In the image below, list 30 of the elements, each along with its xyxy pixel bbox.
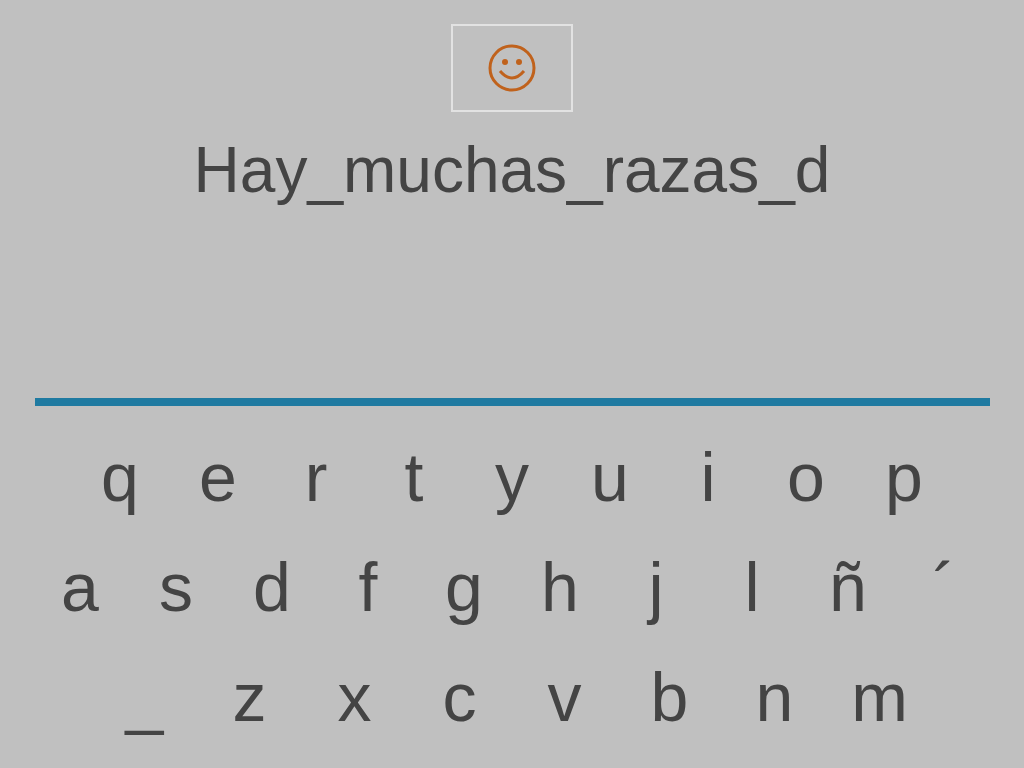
letter-key[interactable]: h	[512, 547, 608, 627]
letter-key[interactable]: t	[365, 437, 463, 517]
letter-key[interactable]: d	[224, 547, 320, 627]
letter-key[interactable]: p	[855, 437, 953, 517]
letter-key[interactable]: o	[757, 437, 855, 517]
letter-key[interactable]: s	[128, 547, 224, 627]
letter-key[interactable]: l	[704, 547, 800, 627]
letter-key[interactable]: v	[512, 657, 617, 737]
letter-key[interactable]: j	[608, 547, 704, 627]
letter-key[interactable]: n	[722, 657, 827, 737]
letter-key[interactable]: ´	[896, 547, 992, 627]
hint-frame[interactable]	[451, 24, 573, 112]
letter-key[interactable]: ñ	[800, 547, 896, 627]
letter-key[interactable]: z	[197, 657, 302, 737]
letter-key[interactable]: f	[320, 547, 416, 627]
letter-key[interactable]: _	[92, 657, 197, 737]
letter-key[interactable]: g	[416, 547, 512, 627]
letter-key[interactable]: x	[302, 657, 407, 737]
letter-key[interactable]: m	[827, 657, 932, 737]
letter-key[interactable]: y	[463, 437, 561, 517]
smiley-icon	[487, 43, 537, 93]
answer-text: Hay_muchas_razas_d	[193, 133, 831, 208]
letter-key[interactable]: b	[617, 657, 722, 737]
letter-key[interactable]: e	[169, 437, 267, 517]
letter-key[interactable]: c	[407, 657, 512, 737]
letter-key[interactable]: a	[32, 547, 128, 627]
letter-key[interactable]: r	[267, 437, 365, 517]
letter-key[interactable]: q	[71, 437, 169, 517]
letter-key[interactable]: u	[561, 437, 659, 517]
letter-key[interactable]: i	[659, 437, 757, 517]
